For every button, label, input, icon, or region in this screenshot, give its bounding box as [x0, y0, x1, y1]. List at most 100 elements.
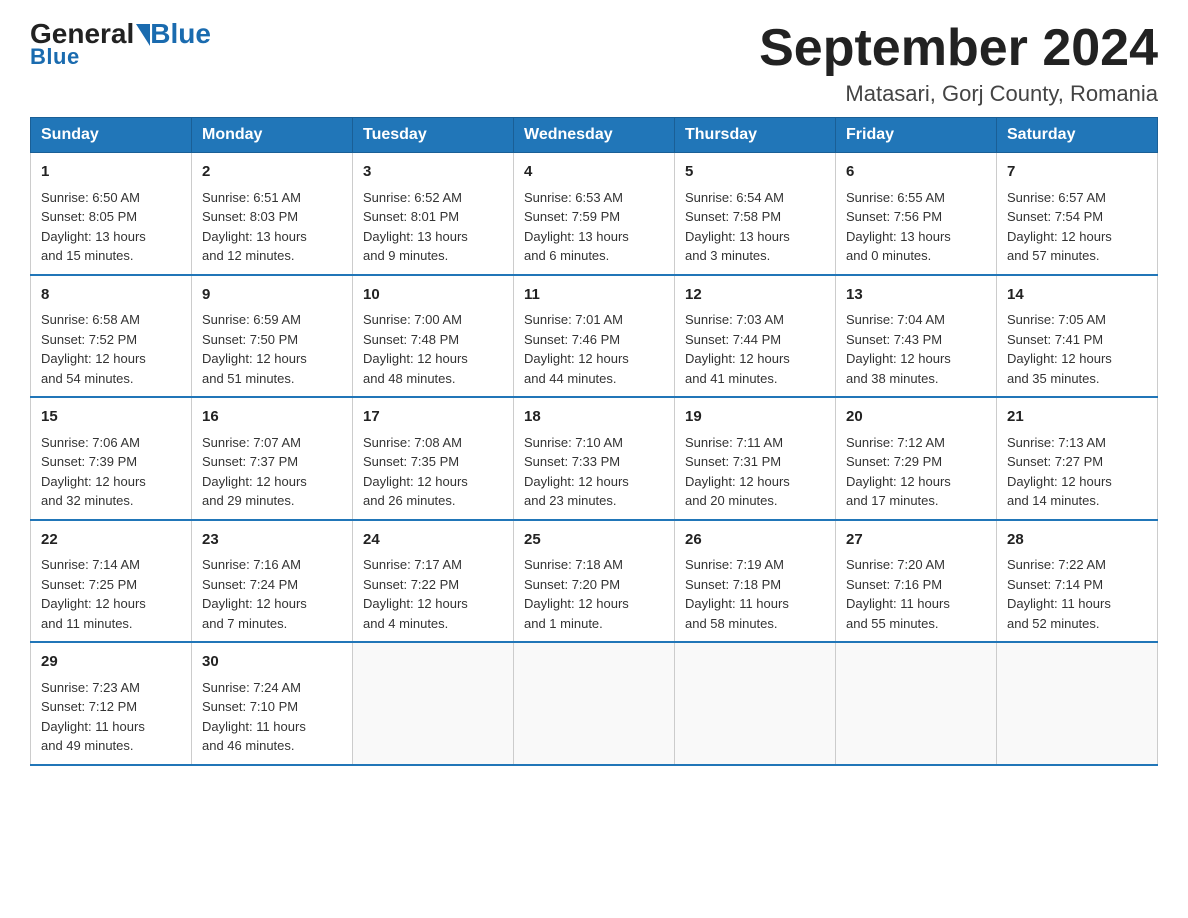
day-info: Sunrise: 7:00 AMSunset: 7:48 PMDaylight:…	[363, 310, 503, 388]
calendar-header-row: SundayMondayTuesdayWednesdayThursdayFrid…	[31, 118, 1158, 153]
day-info: Sunrise: 7:10 AMSunset: 7:33 PMDaylight:…	[524, 433, 664, 511]
day-number: 3	[363, 161, 503, 184]
day-number: 18	[524, 406, 664, 429]
day-info: Sunrise: 7:19 AMSunset: 7:18 PMDaylight:…	[685, 555, 825, 633]
calendar-cell: 6Sunrise: 6:55 AMSunset: 7:56 PMDaylight…	[836, 153, 997, 275]
day-number: 20	[846, 406, 986, 429]
day-number: 22	[41, 529, 181, 552]
day-info: Sunrise: 6:54 AMSunset: 7:58 PMDaylight:…	[685, 188, 825, 266]
calendar-cell	[675, 642, 836, 765]
day-number: 17	[363, 406, 503, 429]
day-number: 23	[202, 529, 342, 552]
day-number: 30	[202, 651, 342, 674]
day-info: Sunrise: 6:52 AMSunset: 8:01 PMDaylight:…	[363, 188, 503, 266]
calendar-table: SundayMondayTuesdayWednesdayThursdayFrid…	[30, 117, 1158, 766]
day-number: 24	[363, 529, 503, 552]
day-info: Sunrise: 7:04 AMSunset: 7:43 PMDaylight:…	[846, 310, 986, 388]
col-header-thursday: Thursday	[675, 118, 836, 153]
calendar-cell	[836, 642, 997, 765]
day-info: Sunrise: 6:59 AMSunset: 7:50 PMDaylight:…	[202, 310, 342, 388]
calendar-cell: 17 Sunrise: 7:08 AMSunset: 7:35 PMDayligh…	[353, 397, 514, 520]
day-number: 12	[685, 284, 825, 307]
day-number: 21	[1007, 406, 1147, 429]
day-info: Sunrise: 6:53 AMSunset: 7:59 PMDaylight:…	[524, 188, 664, 266]
day-info: Sunrise: 7:11 AMSunset: 7:31 PMDaylight:…	[685, 433, 825, 511]
calendar-cell: 23 Sunrise: 7:16 AMSunset: 7:24 PMDayligh…	[192, 520, 353, 643]
calendar-cell: 8 Sunrise: 6:58 AMSunset: 7:52 PMDaylight…	[31, 275, 192, 398]
calendar-cell: 25 Sunrise: 7:18 AMSunset: 7:20 PMDayligh…	[514, 520, 675, 643]
calendar-cell: 30 Sunrise: 7:24 AMSunset: 7:10 PMDayligh…	[192, 642, 353, 765]
day-info: Sunrise: 7:14 AMSunset: 7:25 PMDaylight:…	[41, 555, 181, 633]
calendar-cell: 4 Sunrise: 6:53 AMSunset: 7:59 PMDaylight…	[514, 153, 675, 275]
calendar-cell: 20Sunrise: 7:12 AMSunset: 7:29 PMDayligh…	[836, 397, 997, 520]
calendar-cell: 2Sunrise: 6:51 AMSunset: 8:03 PMDaylight…	[192, 153, 353, 275]
calendar-cell: 10 Sunrise: 7:00 AMSunset: 7:48 PMDayligh…	[353, 275, 514, 398]
logo-underline: Blue	[30, 44, 80, 70]
col-header-monday: Monday	[192, 118, 353, 153]
day-number: 10	[363, 284, 503, 307]
calendar-cell: 3 Sunrise: 6:52 AMSunset: 8:01 PMDaylight…	[353, 153, 514, 275]
day-info: Sunrise: 7:05 AMSunset: 7:41 PMDaylight:…	[1007, 310, 1147, 388]
day-number: 7	[1007, 161, 1147, 184]
week-row-2: 8 Sunrise: 6:58 AMSunset: 7:52 PMDaylight…	[31, 275, 1158, 398]
day-info: Sunrise: 7:03 AMSunset: 7:44 PMDaylight:…	[685, 310, 825, 388]
calendar-cell: 27Sunrise: 7:20 AMSunset: 7:16 PMDayligh…	[836, 520, 997, 643]
col-header-friday: Friday	[836, 118, 997, 153]
calendar-cell	[514, 642, 675, 765]
calendar-cell: 22 Sunrise: 7:14 AMSunset: 7:25 PMDayligh…	[31, 520, 192, 643]
logo-area: GeneralBlue Blue	[30, 20, 211, 70]
day-number: 8	[41, 284, 181, 307]
day-number: 5	[685, 161, 825, 184]
day-number: 29	[41, 651, 181, 674]
day-number: 14	[1007, 284, 1147, 307]
calendar-cell	[353, 642, 514, 765]
calendar-cell: 26Sunrise: 7:19 AMSunset: 7:18 PMDayligh…	[675, 520, 836, 643]
day-number: 19	[685, 406, 825, 429]
calendar-cell: 12 Sunrise: 7:03 AMSunset: 7:44 PMDayligh…	[675, 275, 836, 398]
calendar-cell: 14 Sunrise: 7:05 AMSunset: 7:41 PMDayligh…	[997, 275, 1158, 398]
calendar-cell: 29 Sunrise: 7:23 AMSunset: 7:12 PMDayligh…	[31, 642, 192, 765]
day-number: 13	[846, 284, 986, 307]
day-number: 4	[524, 161, 664, 184]
col-header-tuesday: Tuesday	[353, 118, 514, 153]
day-info: Sunrise: 7:06 AMSunset: 7:39 PMDaylight:…	[41, 433, 181, 511]
calendar-cell: 15 Sunrise: 7:06 AMSunset: 7:39 PMDayligh…	[31, 397, 192, 520]
day-info: Sunrise: 7:13 AMSunset: 7:27 PMDaylight:…	[1007, 433, 1147, 511]
calendar-cell: 9 Sunrise: 6:59 AMSunset: 7:50 PMDaylight…	[192, 275, 353, 398]
day-number: 25	[524, 529, 664, 552]
day-number: 16	[202, 406, 342, 429]
calendar-title: September 2024	[759, 20, 1158, 77]
calendar-cell: 5 Sunrise: 6:54 AMSunset: 7:58 PMDaylight…	[675, 153, 836, 275]
day-info: Sunrise: 7:01 AMSunset: 7:46 PMDaylight:…	[524, 310, 664, 388]
col-header-saturday: Saturday	[997, 118, 1158, 153]
calendar-cell: 13 Sunrise: 7:04 AMSunset: 7:43 PMDayligh…	[836, 275, 997, 398]
calendar-cell: 21 Sunrise: 7:13 AMSunset: 7:27 PMDayligh…	[997, 397, 1158, 520]
day-number: 15	[41, 406, 181, 429]
day-info: Sunrise: 7:17 AMSunset: 7:22 PMDaylight:…	[363, 555, 503, 633]
day-number: 1	[41, 161, 181, 184]
day-info: Sunrise: 7:22 AMSunset: 7:14 PMDaylight:…	[1007, 555, 1147, 633]
logo-blue-text: Blue	[150, 20, 211, 48]
logo-triangle-icon	[136, 24, 150, 46]
page-header: GeneralBlue Blue September 2024 Matasari…	[30, 20, 1158, 107]
week-row-1: 1 Sunrise: 6:50 AMSunset: 8:05 PMDaylight…	[31, 153, 1158, 275]
calendar-cell: 11 Sunrise: 7:01 AMSunset: 7:46 PMDayligh…	[514, 275, 675, 398]
calendar-cell: 18 Sunrise: 7:10 AMSunset: 7:33 PMDayligh…	[514, 397, 675, 520]
day-info: Sunrise: 7:24 AMSunset: 7:10 PMDaylight:…	[202, 678, 342, 756]
day-info: Sunrise: 7:18 AMSunset: 7:20 PMDaylight:…	[524, 555, 664, 633]
calendar-cell	[997, 642, 1158, 765]
day-info: Sunrise: 6:55 AMSunset: 7:56 PMDaylight:…	[846, 188, 986, 266]
day-number: 11	[524, 284, 664, 307]
day-info: Sunrise: 6:50 AMSunset: 8:05 PMDaylight:…	[41, 188, 181, 266]
title-area: September 2024 Matasari, Gorj County, Ro…	[759, 20, 1158, 107]
day-info: Sunrise: 6:51 AMSunset: 8:03 PMDaylight:…	[202, 188, 342, 266]
day-number: 9	[202, 284, 342, 307]
week-row-4: 22 Sunrise: 7:14 AMSunset: 7:25 PMDayligh…	[31, 520, 1158, 643]
day-info: Sunrise: 7:08 AMSunset: 7:35 PMDaylight:…	[363, 433, 503, 511]
day-info: Sunrise: 6:58 AMSunset: 7:52 PMDaylight:…	[41, 310, 181, 388]
day-info: Sunrise: 7:16 AMSunset: 7:24 PMDaylight:…	[202, 555, 342, 633]
calendar-cell: 1 Sunrise: 6:50 AMSunset: 8:05 PMDaylight…	[31, 153, 192, 275]
week-row-3: 15 Sunrise: 7:06 AMSunset: 7:39 PMDayligh…	[31, 397, 1158, 520]
day-info: Sunrise: 7:23 AMSunset: 7:12 PMDaylight:…	[41, 678, 181, 756]
col-header-sunday: Sunday	[31, 118, 192, 153]
